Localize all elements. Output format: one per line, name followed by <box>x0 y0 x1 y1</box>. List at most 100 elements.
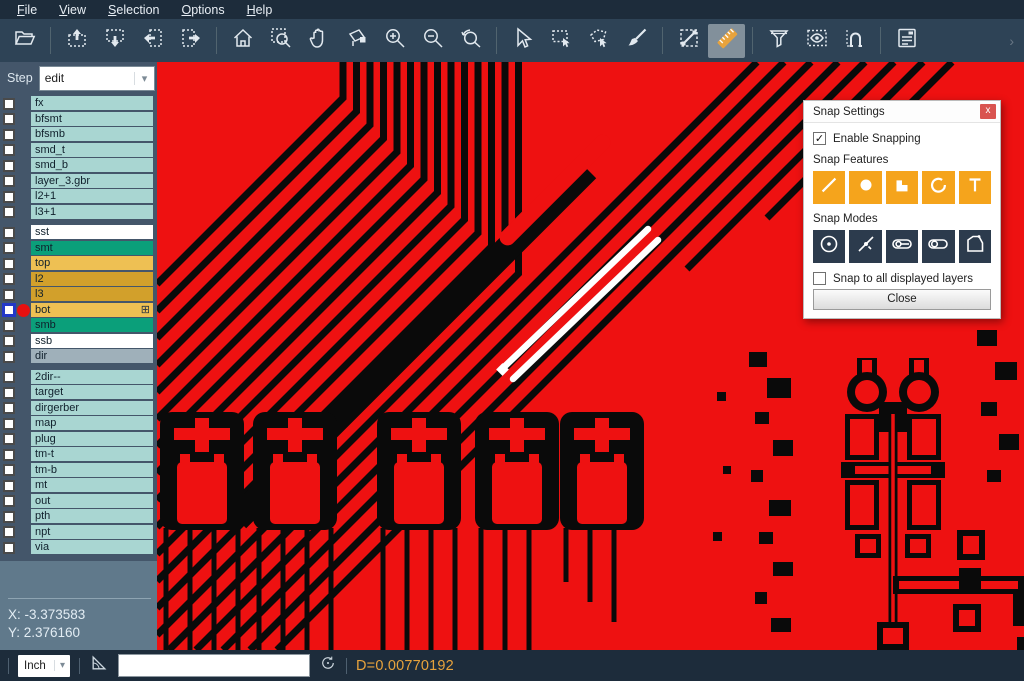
layer-label[interactable]: 2dir-- <box>31 370 153 384</box>
layer-visibility-checkbox[interactable] <box>3 402 15 414</box>
dialog-close-button[interactable]: Close <box>813 289 991 310</box>
shift-right-button[interactable] <box>172 24 209 58</box>
layer-label[interactable]: mt <box>31 478 153 492</box>
step-dropdown[interactable]: edit ▾ <box>39 66 155 91</box>
menu-file[interactable]: File <box>8 2 46 18</box>
layer-visibility-checkbox[interactable] <box>3 175 15 187</box>
layer-visibility-checkbox[interactable] <box>3 144 15 156</box>
snap-pad-corner-button[interactable] <box>886 171 918 204</box>
layer-label[interactable]: tm-b <box>31 463 153 477</box>
layer-visibility-checkbox[interactable] <box>3 371 15 383</box>
ruler-measure-button[interactable] <box>708 24 745 58</box>
menu-help[interactable]: Help <box>238 2 282 18</box>
layer-visibility-checkbox[interactable] <box>3 242 15 254</box>
layer-visibility-checkbox[interactable] <box>3 129 15 141</box>
layer-visibility-checkbox[interactable] <box>3 387 15 399</box>
layer-label[interactable]: plug <box>31 432 153 446</box>
select-arrow-button[interactable] <box>504 24 541 58</box>
layers-list-button[interactable] <box>888 24 925 58</box>
snap-line-button[interactable] <box>813 171 845 204</box>
mode-slot-left-button[interactable] <box>886 230 918 263</box>
layer-visibility-checkbox[interactable] <box>3 98 15 110</box>
layer-label[interactable]: layer_3.gbr <box>31 174 153 188</box>
layer-visibility-checkbox[interactable] <box>3 320 15 332</box>
show-hide-button[interactable] <box>798 24 835 58</box>
refresh-icon[interactable] <box>319 654 337 677</box>
snap-pad-round-button[interactable] <box>849 171 881 204</box>
layer-visibility-checkbox[interactable] <box>3 160 15 172</box>
layer-label[interactable]: pth <box>31 509 153 523</box>
mode-center-button[interactable] <box>813 230 845 263</box>
layer-visibility-checkbox[interactable] <box>3 289 15 301</box>
layer-label[interactable]: l3+1 <box>31 205 153 219</box>
snap-arc-button[interactable] <box>922 171 954 204</box>
layer-label[interactable]: ssb <box>31 334 153 348</box>
layer-label[interactable]: bot⊞ <box>31 303 153 317</box>
layer-label[interactable]: l2+1 <box>31 189 153 203</box>
layer-visibility-checkbox[interactable] <box>3 433 15 445</box>
filter-button[interactable] <box>760 24 797 58</box>
layer-visibility-checkbox[interactable] <box>3 449 15 461</box>
shift-down-button[interactable] <box>96 24 133 58</box>
layer-label[interactable]: smd_t <box>31 143 153 157</box>
layer-label[interactable]: npt <box>31 525 153 539</box>
select-rectangle-button[interactable] <box>542 24 579 58</box>
layer-label[interactable]: map <box>31 416 153 430</box>
measure-input[interactable] <box>118 654 310 677</box>
layer-label[interactable]: sst <box>31 225 153 239</box>
layer-label[interactable]: smd_b <box>31 158 153 172</box>
pcb-canvas[interactable]: Snap Settings x ✓ Enable Snapping Snap F… <box>157 62 1024 650</box>
enable-snapping-checkbox[interactable]: ✓ <box>813 132 826 145</box>
layer-visibility-checkbox[interactable] <box>3 511 15 523</box>
layer-label[interactable]: l3 <box>31 287 153 301</box>
dialog-close-x-button[interactable]: x <box>980 104 996 119</box>
mode-contour-button[interactable] <box>959 230 991 263</box>
zoom-previous-button[interactable] <box>452 24 489 58</box>
layer-visibility-checkbox[interactable] <box>3 113 15 125</box>
unit-dropdown[interactable]: Inch ▾ <box>18 655 70 677</box>
layer-label[interactable]: bfsmt <box>31 112 153 126</box>
layer-visibility-checkbox[interactable] <box>3 273 15 285</box>
layer-visibility-checkbox[interactable] <box>3 206 15 218</box>
layer-label[interactable]: out <box>31 494 153 508</box>
home-view-button[interactable] <box>224 24 261 58</box>
layer-label[interactable]: top <box>31 256 153 270</box>
layer-label[interactable]: tm-t <box>31 447 153 461</box>
layer-label[interactable]: l2 <box>31 272 153 286</box>
layer-label[interactable]: via <box>31 540 153 554</box>
mode-slot-right-button[interactable] <box>922 230 954 263</box>
layer-label[interactable]: smt <box>31 241 153 255</box>
snap-settings-button[interactable] <box>836 24 873 58</box>
select-polygon-button[interactable] <box>580 24 617 58</box>
layer-visibility-checkbox[interactable] <box>3 464 15 476</box>
layer-visibility-checkbox[interactable] <box>3 191 15 203</box>
zoom-dynamic-button[interactable] <box>338 24 375 58</box>
snap-all-layers-checkbox[interactable] <box>813 272 826 285</box>
layer-visibility-checkbox[interactable] <box>3 258 15 270</box>
layer-visibility-checkbox[interactable] <box>3 480 15 492</box>
snap-text-button[interactable] <box>959 171 991 204</box>
layer-label[interactable]: smb <box>31 318 153 332</box>
menu-options[interactable]: Options <box>172 2 233 18</box>
layer-visibility-checkbox[interactable] <box>3 335 15 347</box>
measure-line-button[interactable] <box>670 24 707 58</box>
layer-visibility-checkbox[interactable] <box>3 351 15 363</box>
layer-visibility-checkbox[interactable] <box>3 495 15 507</box>
layer-label[interactable]: bfsmb <box>31 127 153 141</box>
layer-visibility-checkbox[interactable] <box>3 304 15 316</box>
menu-view[interactable]: View <box>50 2 95 18</box>
mode-closest-point-button[interactable] <box>849 230 881 263</box>
menu-selection[interactable]: Selection <box>99 2 168 18</box>
toolbar-overflow-chevron[interactable]: › <box>1009 33 1018 49</box>
layer-visibility-checkbox[interactable] <box>3 418 15 430</box>
layer-label[interactable]: target <box>31 385 153 399</box>
angle-measure-icon[interactable] <box>89 653 109 678</box>
layer-visibility-checkbox[interactable] <box>3 227 15 239</box>
shift-left-button[interactable] <box>134 24 171 58</box>
layer-label[interactable]: fx <box>31 96 153 110</box>
layer-visibility-checkbox[interactable] <box>3 526 15 538</box>
open-file-button[interactable] <box>6 24 43 58</box>
zoom-window-button[interactable] <box>262 24 299 58</box>
zoom-out-button[interactable] <box>414 24 451 58</box>
layer-label[interactable]: dir <box>31 349 153 363</box>
